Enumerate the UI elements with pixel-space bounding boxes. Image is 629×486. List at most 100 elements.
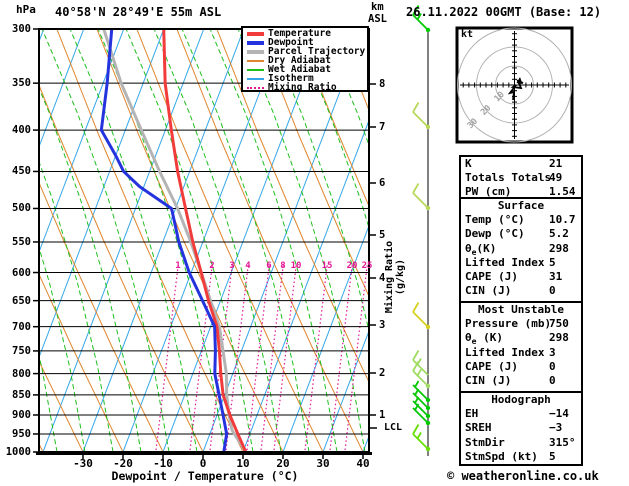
km-tick-label: 8 xyxy=(379,78,386,90)
pressure-tick-label: 300 xyxy=(12,23,31,35)
legend-swatch-thin xyxy=(247,68,264,71)
temp-tick-label: -20 xyxy=(113,457,133,470)
copyright: © weatheronline.co.uk xyxy=(447,469,599,483)
barb-dot xyxy=(425,420,431,426)
panel-section-title: Most Unstable xyxy=(477,303,565,316)
barb-dot xyxy=(425,27,431,33)
pressure-tick-label: 500 xyxy=(12,202,31,215)
panel-row-label: Dewp (°C) xyxy=(465,227,525,241)
legend-item: Mixing Ratio xyxy=(243,82,367,94)
barb-segment xyxy=(412,183,420,194)
barb-segment xyxy=(412,384,429,401)
temp-tick-label: 0 xyxy=(199,457,207,470)
barb-dot xyxy=(425,383,431,389)
pressure-tick-label: 350 xyxy=(12,77,31,90)
panel-row-value: 21 xyxy=(549,157,563,170)
legend-swatch-thin xyxy=(247,59,264,62)
legend-swatch-thick xyxy=(247,40,264,45)
barb-segment xyxy=(412,102,420,113)
panel-row-label: StmSpd (kt) xyxy=(465,449,538,463)
mixing-ratio-axis-title: Mixing Ratio (g/kg) xyxy=(384,240,406,314)
panel-row-value: 298 xyxy=(549,241,569,255)
legend-swatch-dotted xyxy=(247,87,264,90)
panel-row-label: Lifted Index xyxy=(465,255,545,269)
panel-row-value: 0 xyxy=(549,373,556,387)
barb-dot xyxy=(425,413,431,419)
panel-row: Temp (°C) 10.7 xyxy=(461,213,581,227)
panel-row-value: 315° xyxy=(549,435,576,449)
panel-row: Lifted Index 5 xyxy=(461,256,581,270)
pressure-tick-label: 700 xyxy=(12,320,31,333)
km-tick-label: 2 xyxy=(379,367,386,379)
km-tick-label: 5 xyxy=(379,229,386,241)
panel-row-value: 0 xyxy=(549,284,556,298)
barb-segment xyxy=(412,302,420,313)
panel-row-value: 750 xyxy=(549,317,569,331)
panel-row: StmDir 315° xyxy=(461,436,581,450)
mixing-ratio-value-label: 10 xyxy=(290,261,302,271)
dry-adiabat-line xyxy=(40,86,204,451)
altitude-unit-asl: ASL xyxy=(368,13,387,25)
barb-segment xyxy=(412,192,429,209)
barb-segment xyxy=(412,350,420,361)
x-axis-title: Dewpoint / Temperature (°C) xyxy=(111,469,299,483)
panel-section-title: Surface xyxy=(497,199,545,212)
pressure-tick-label: 850 xyxy=(12,388,31,401)
mixing-ratio-value-label: 3 xyxy=(229,261,235,271)
panel-row: Totals Totals 49 xyxy=(461,171,581,185)
panel-row: Dewp (°C) 5.2 xyxy=(461,227,581,241)
hodograph-unit-label: kt xyxy=(461,29,474,40)
km-tick-label: 3 xyxy=(379,319,386,331)
mixing-ratio-line xyxy=(246,264,270,451)
panel-row-value: 10.7 xyxy=(549,213,576,227)
pressure-tick-label: 600 xyxy=(12,266,31,279)
panel-row-label: Totals Totals xyxy=(465,171,552,185)
barb-segment xyxy=(412,392,429,409)
pressure-tick-label: 450 xyxy=(12,165,31,178)
panel-row-label: CIN (J) xyxy=(465,373,512,387)
mixing-ratio-value-label: 1 xyxy=(175,261,181,271)
panel-row-label: CIN (J) xyxy=(465,284,512,298)
panel-row-label: CAPE (J) xyxy=(465,359,518,373)
parcel-trajectory-trace xyxy=(102,30,247,451)
temp-tick-label: 10 xyxy=(236,457,250,470)
barb-segment xyxy=(416,432,422,439)
panel-row-value: 3 xyxy=(549,345,556,359)
pressure-tick-label: 400 xyxy=(12,124,31,137)
run-datetime: 26.11.2022 00GMT (Base: 12) xyxy=(406,5,602,19)
panel-row-label: Temp (°C) xyxy=(465,213,525,227)
panel-row-label: K xyxy=(465,157,472,170)
panel-row-value: −3 xyxy=(549,421,563,435)
panel-row: CIN (J) 0 xyxy=(461,374,581,388)
legend-label: Mixing Ratio xyxy=(268,82,337,94)
temp-tick-label: 30 xyxy=(316,457,330,470)
panel-section-indices: K 21 Totals Totals 49 PW (cm) 1.54 xyxy=(459,155,583,199)
panel-row-value: 0 xyxy=(549,359,556,373)
barb-dot xyxy=(425,205,431,211)
barb-dot xyxy=(425,124,431,130)
panel-row-label: Lifted Index xyxy=(465,345,545,359)
panel-section-hodograph-stats: Hodograph EH −14 SREH −3 StmDir 315° StmSpd (kt… xyxy=(459,391,583,466)
station-title: 40°58'N 28°49'E 55m ASL xyxy=(55,5,222,19)
pressure-tick-label: 800 xyxy=(12,367,31,380)
panel-row-label: CAPE (J) xyxy=(465,269,518,283)
km-tick-label: 6 xyxy=(379,177,386,189)
temp-tick-label: -30 xyxy=(73,457,93,470)
barb-segment xyxy=(414,380,420,388)
panel-row-value: 298 xyxy=(549,331,569,345)
mixing-ratio-value-label: 25 xyxy=(361,261,373,271)
legend-swatch-thin xyxy=(247,78,264,81)
barb-dot xyxy=(425,324,431,330)
panel-row-value: 5 xyxy=(549,449,556,463)
panel-row: Pressure (mb) 750 xyxy=(461,317,581,331)
panel-row: θe(K) 298 xyxy=(461,241,581,257)
barb-segment xyxy=(412,407,429,424)
barb-dot xyxy=(425,405,431,411)
barb-segment xyxy=(412,311,429,328)
panel-row: Lifted Index 3 xyxy=(461,346,581,360)
barb-dot xyxy=(425,397,431,403)
panel-row-label: Pressure (mb) xyxy=(465,317,552,331)
panel-row: SREH −3 xyxy=(461,421,581,435)
panel-row-value: −14 xyxy=(549,407,569,421)
legend-swatch-thick xyxy=(247,49,264,54)
